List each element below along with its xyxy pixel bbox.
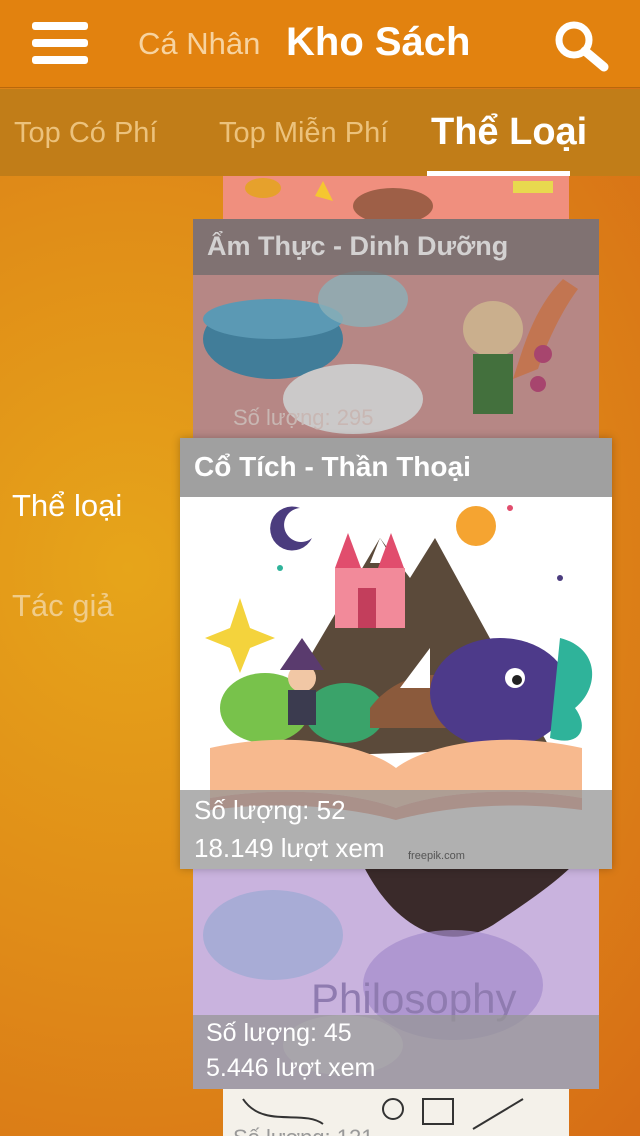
card-peek-bottom[interactable]: Số lượng: 121 [223, 1089, 569, 1136]
card-peek-art [245, 178, 553, 219]
card-count: Số lượng: 52 [194, 795, 346, 825]
category-card-philosophy[interactable]: Philosophy Số lượng: 45 5.446 lượt xem [193, 865, 599, 1089]
tab-categories[interactable]: Thể Loại [431, 111, 587, 154]
category-card-food[interactable]: Ẩm Thực - Dinh Dưỡng Số lượng: 295 [193, 219, 599, 441]
card-watermark: freepik.com [408, 850, 465, 862]
card-info: Số lượng: 52 18.149 lượt xem [180, 790, 612, 869]
search-icon[interactable] [552, 18, 610, 72]
personal-tab[interactable]: Cá Nhân [138, 26, 260, 62]
card-count: Số lượng: 45 [206, 1019, 352, 1047]
hamburger-menu-icon[interactable] [32, 22, 88, 64]
card-info: Số lượng: 45 5.446 lượt xem [193, 1015, 599, 1089]
tab-top-free[interactable]: Top Miễn Phí [219, 117, 388, 150]
card-views: 18.149 lượt xem [194, 833, 385, 863]
tab-bar: Top Có Phí Top Miễn Phí Thể Loại [0, 89, 640, 176]
app-header: Cá Nhân Kho Sách [0, 0, 640, 88]
tab-top-paid[interactable]: Top Có Phí [14, 117, 157, 150]
card-dim-overlay [193, 219, 599, 441]
card-views: 5.446 lượt xem [206, 1054, 376, 1082]
page-title: Kho Sách [286, 20, 471, 64]
category-card-fairytale[interactable]: Cổ Tích - Thần Thoại Số lượng: 52 18.149… [180, 438, 612, 869]
filter-category[interactable]: Thể loại [12, 488, 122, 524]
card-title: Cổ Tích - Thần Thoại [180, 438, 612, 497]
card-peek-top[interactable] [223, 176, 569, 219]
filter-author[interactable]: Tác giả [12, 588, 114, 624]
card-count: Số lượng: 121 [233, 1125, 373, 1136]
